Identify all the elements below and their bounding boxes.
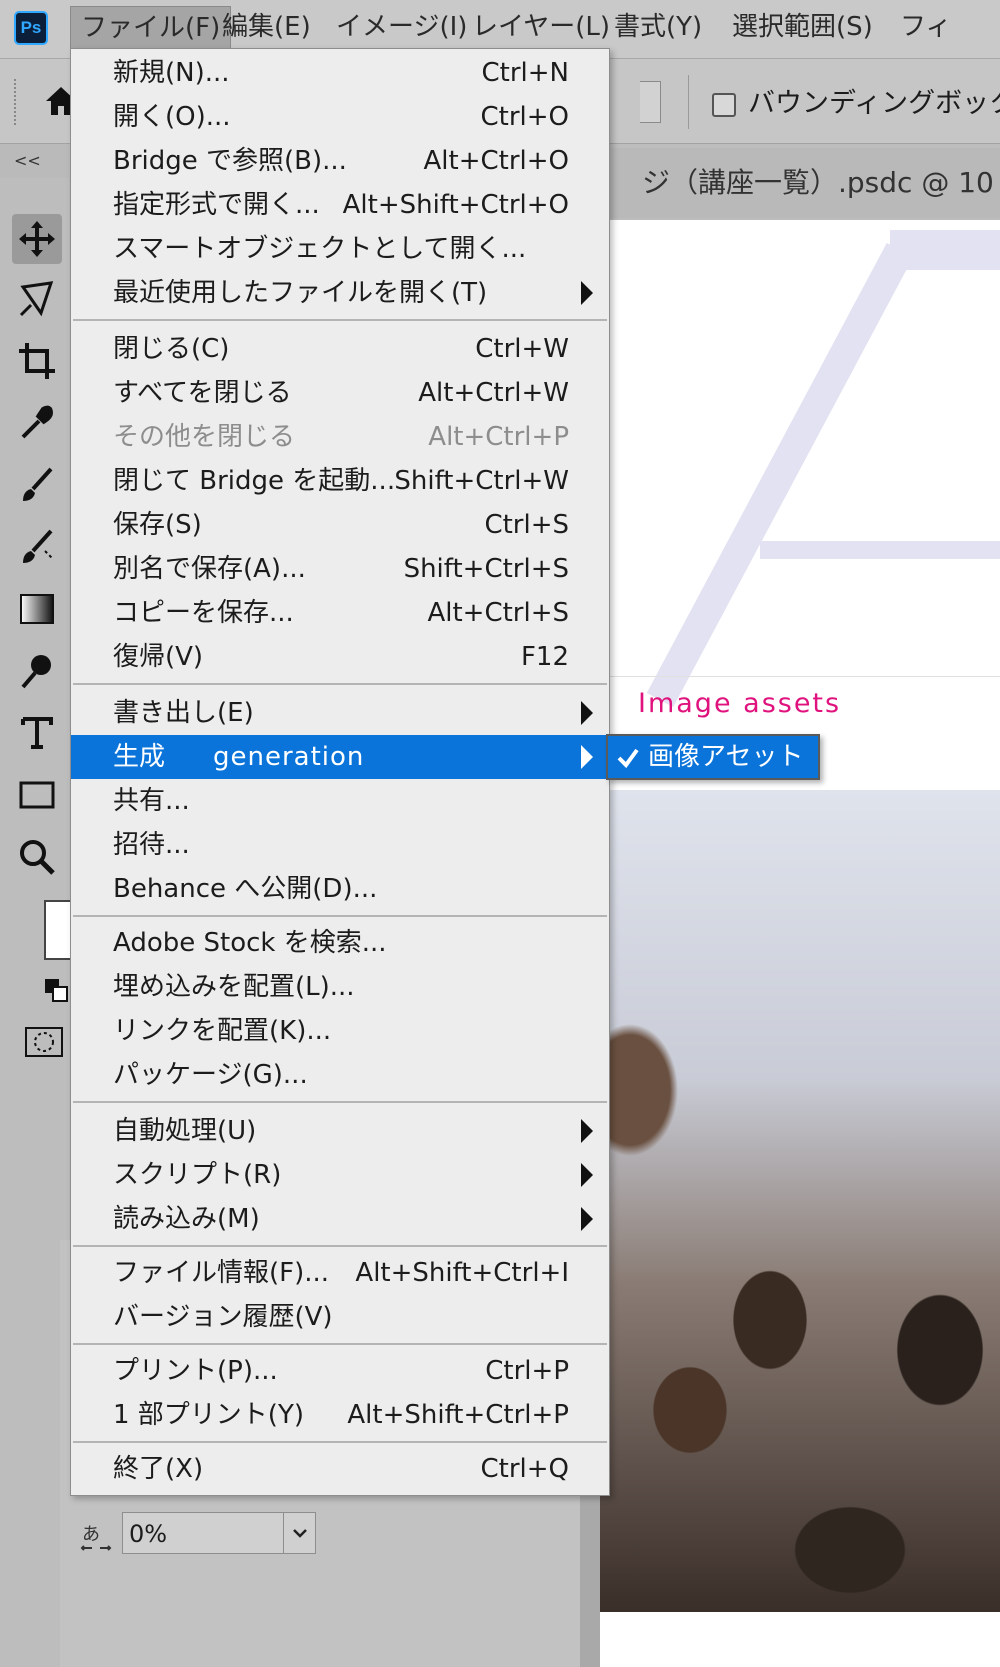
submenu-arrow-icon xyxy=(581,281,593,305)
menu-item-share-behance[interactable]: Behance へ公開(D)... xyxy=(71,867,609,911)
menu-item-package[interactable]: パッケージ(G)... xyxy=(71,1053,609,1097)
menu-item-import[interactable]: 読み込み(M) xyxy=(71,1197,609,1241)
menu-separator xyxy=(73,1245,607,1247)
menu-separator xyxy=(73,1441,607,1443)
menu-item-revert[interactable]: 復帰(V) F12 xyxy=(71,635,609,679)
photoshop-logo-icon: Ps xyxy=(14,11,48,45)
menu-item-close-others: その他を閉じる Alt+Ctrl+P xyxy=(113,422,569,452)
submenu-item-image-assets[interactable]: 画像アセット xyxy=(648,736,803,778)
generate-annotation: generation xyxy=(213,742,365,772)
submenu-arrow-icon xyxy=(581,745,593,769)
submenu-arrow-icon xyxy=(581,701,593,725)
menu-item-search-adobe-stock[interactable]: Adobe Stock を検索... xyxy=(71,921,609,965)
options-bar-grip[interactable] xyxy=(14,79,20,125)
gradient-icon[interactable] xyxy=(12,584,62,634)
menu-item-place-linked[interactable]: リンクを配置(K)... xyxy=(71,1009,609,1053)
move-icon[interactable] xyxy=(12,214,62,264)
menu-item-print[interactable]: プリント(P)... Ctrl+P xyxy=(71,1349,609,1393)
submenu-arrow-icon xyxy=(581,1207,593,1231)
generate-submenu: 画像アセット xyxy=(606,734,820,780)
toolbar-collapse-button[interactable]: << xyxy=(0,144,72,178)
type-icon[interactable] xyxy=(12,708,62,758)
menu-item-generate[interactable]: 生成 generation xyxy=(71,735,609,779)
menu-item-save-as[interactable]: 別名で保存(A)... Shift+Ctrl+S xyxy=(71,547,609,591)
dodge-icon[interactable] xyxy=(12,646,62,696)
crop-icon[interactable] xyxy=(12,336,62,386)
lasso-icon[interactable] xyxy=(12,274,62,324)
menu-image[interactable]: イメージ(I) xyxy=(326,6,477,48)
menu-item-open-recent[interactable]: 最近使用したファイルを開く(T) xyxy=(71,271,609,315)
menu-type[interactable]: 書式(Y) xyxy=(604,6,712,48)
menu-item-print-one-copy[interactable]: 1 部プリント(Y) Alt+Shift+Ctrl+P xyxy=(71,1393,609,1437)
menu-item-file-info[interactable]: ファイル情報(F)... Alt+Shift+Ctrl+I xyxy=(71,1251,609,1295)
menu-item-share[interactable]: 共有... xyxy=(71,779,609,823)
menu-item-scripts[interactable]: スクリプト(R) xyxy=(71,1153,609,1197)
healing-brush-icon[interactable] xyxy=(12,522,62,572)
brush-icon[interactable] xyxy=(12,460,62,510)
menu-separator xyxy=(73,1101,607,1103)
seminar-photo xyxy=(600,790,1000,1612)
menu-item-exit[interactable]: 終了(X) Ctrl+Q xyxy=(71,1447,609,1491)
svg-text:あ: あ xyxy=(82,1524,100,1545)
menu-edit[interactable]: 編集(E) xyxy=(212,6,321,48)
menu-item-browse-bridge[interactable]: Bridge で参照(B)... Alt+Ctrl+O xyxy=(71,139,609,183)
quick-mask-icon[interactable] xyxy=(22,1024,66,1060)
menu-filter[interactable]: フィ xyxy=(890,6,961,48)
bounding-box-label: バウンディングボックス xyxy=(748,88,1000,119)
menu-item-export[interactable]: 書き出し(E) xyxy=(71,691,609,735)
menu-item-place-embedded[interactable]: 埋め込みを配置(L)... xyxy=(71,965,609,1009)
document-tab[interactable]: ジ（講座一覧）.psdc @ 10 xyxy=(600,148,1000,218)
menu-item-save-copy[interactable]: コピーを保存... Alt+Ctrl+S xyxy=(71,591,609,635)
tracking-icon: あ xyxy=(80,1520,112,1560)
menu-item-open-smart-object[interactable]: スマートオブジェクトとして開く... xyxy=(71,227,609,271)
menu-item-close-go-bridge[interactable]: 閉じて Bridge を起動... Shift+Ctrl+W xyxy=(71,459,609,503)
menu-item-open-as[interactable]: 指定形式で開く... Alt+Shift+Ctrl+O xyxy=(71,183,609,227)
menu-separator xyxy=(73,319,607,321)
file-menu: 新規(N)... Ctrl+N 開く(O)... Ctrl+O Bridge で参照… xyxy=(70,48,610,1496)
menu-separator xyxy=(73,1343,607,1345)
menu-item-close[interactable]: 閉じる(C) Ctrl+W xyxy=(71,327,609,371)
submenu-annotation: Image assets xyxy=(638,688,842,719)
document-canvas[interactable] xyxy=(600,220,1000,1667)
menu-item-open[interactable]: 開く(O)... Ctrl+O xyxy=(71,95,609,139)
menu-item-automate[interactable]: 自動処理(U) xyxy=(71,1109,609,1153)
canvas-divider xyxy=(600,676,1000,677)
menu-file[interactable]: ファイル(F) xyxy=(70,6,232,50)
menu-select[interactable]: 選択範囲(S) xyxy=(722,6,883,48)
chevron-down-icon[interactable] xyxy=(284,1512,316,1554)
tracking-input[interactable]: 0% xyxy=(122,1512,284,1554)
zoom-icon[interactable] xyxy=(12,832,62,882)
bounding-box-checkbox[interactable] xyxy=(712,93,736,117)
menu-separator xyxy=(73,915,607,917)
menu-item-new[interactable]: 新規(N)... Ctrl+N xyxy=(71,51,609,95)
eyedropper-icon[interactable] xyxy=(12,398,62,448)
options-divider xyxy=(688,75,689,129)
letter-a-graphic xyxy=(646,230,1000,708)
submenu-arrow-icon xyxy=(581,1163,593,1187)
options-dropdown[interactable] xyxy=(640,81,661,123)
checkmark-icon xyxy=(616,744,640,774)
menu-item-version-history[interactable]: バージョン履歴(V) xyxy=(71,1295,609,1339)
menu-layer[interactable]: レイヤー(L) xyxy=(462,6,620,48)
menu-item-invite[interactable]: 招待... xyxy=(71,823,609,867)
menu-item-save[interactable]: 保存(S) Ctrl+S xyxy=(71,503,609,547)
menu-separator xyxy=(73,683,607,685)
menu-item-close-all[interactable]: すべてを閉じる Alt+Ctrl+W xyxy=(71,371,609,415)
submenu-arrow-icon xyxy=(581,1119,593,1143)
rectangle-icon[interactable] xyxy=(12,770,62,820)
